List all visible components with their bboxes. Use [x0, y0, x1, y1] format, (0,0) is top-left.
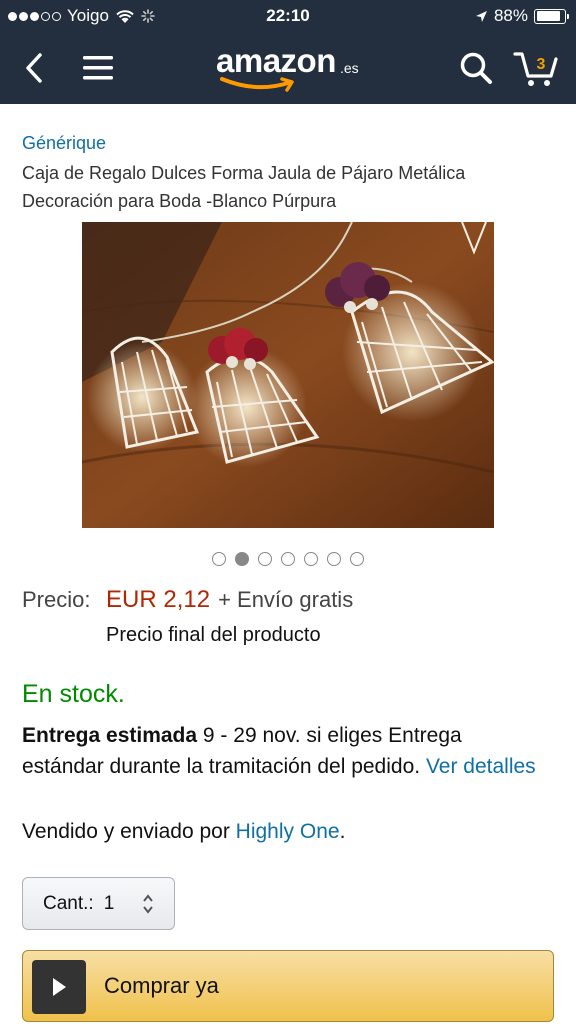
- menu-icon: [83, 56, 113, 80]
- price-value: EUR 2,12: [106, 586, 211, 613]
- status-right: 88%: [475, 6, 569, 26]
- image-carousel-indicator[interactable]: [0, 552, 576, 566]
- cart-icon-wrap: 3: [513, 48, 559, 88]
- battery-fill: [536, 11, 561, 21]
- logo-domain: .es: [340, 60, 359, 76]
- carousel-dot[interactable]: [304, 552, 318, 566]
- quantity-label: Cant.:: [43, 892, 94, 914]
- carousel-dot[interactable]: [212, 552, 226, 566]
- top-navigation: amazon .es 3: [0, 32, 576, 104]
- price-label: Precio:: [22, 587, 91, 612]
- product-image[interactable]: [82, 222, 494, 528]
- play-icon: [53, 978, 66, 996]
- menu-button[interactable]: [72, 42, 124, 94]
- amazon-logo[interactable]: amazon .es: [216, 42, 366, 96]
- battery-percent: 88%: [493, 6, 528, 25]
- back-icon: [26, 53, 42, 83]
- battery-icon: [534, 8, 569, 24]
- seller-link[interactable]: Highly One: [236, 820, 340, 843]
- stepper-arrows-icon: [143, 894, 153, 914]
- seller-info: Vendido y enviado por Highly One.: [22, 820, 345, 844]
- search-icon: [460, 52, 492, 84]
- logo-smile-icon: [220, 77, 294, 92]
- product-photo-illustration: [82, 222, 494, 528]
- seller-suffix: .: [339, 820, 346, 843]
- search-button[interactable]: [450, 42, 502, 94]
- carousel-dot[interactable]: [281, 552, 295, 566]
- buy-now-label: Comprar ya: [104, 973, 219, 998]
- cart-count-badge: 3: [536, 56, 546, 73]
- shipping-info: + Envío gratis: [218, 587, 354, 612]
- product-title: Caja de Regalo Dulces Forma Jaula de Páj…: [22, 163, 466, 211]
- seller-prefix: Vendido y enviado por: [22, 820, 230, 843]
- carousel-dot[interactable]: [327, 552, 341, 566]
- delivery-estimate: Entrega estimada 9 - 29 nov. si eliges E…: [22, 720, 542, 782]
- price-row: Precio: EUR 2,12 + Envío gratis: [22, 586, 353, 614]
- carousel-dot[interactable]: [258, 552, 272, 566]
- carousel-dot[interactable]: [235, 552, 249, 566]
- status-bar: Yoigo 22:10 88%: [0, 0, 576, 32]
- quantity-value: 1: [103, 892, 115, 914]
- delivery-label: Entrega estimada: [22, 724, 198, 747]
- delivery-details-link[interactable]: Ver detalles: [426, 755, 536, 778]
- stock-status: En stock.: [22, 680, 125, 708]
- carousel-dot[interactable]: [350, 552, 364, 566]
- brand-link[interactable]: Générique: [22, 133, 106, 154]
- location-arrow-icon: [475, 10, 487, 22]
- back-button[interactable]: [8, 42, 60, 94]
- cart-button[interactable]: 3: [510, 42, 562, 94]
- price-note: Precio final del producto: [106, 624, 321, 646]
- buy-now-button[interactable]: Comprar ya: [22, 950, 554, 1022]
- quantity-selector[interactable]: Cant.: 1: [22, 877, 175, 930]
- play-icon-box: [32, 960, 86, 1014]
